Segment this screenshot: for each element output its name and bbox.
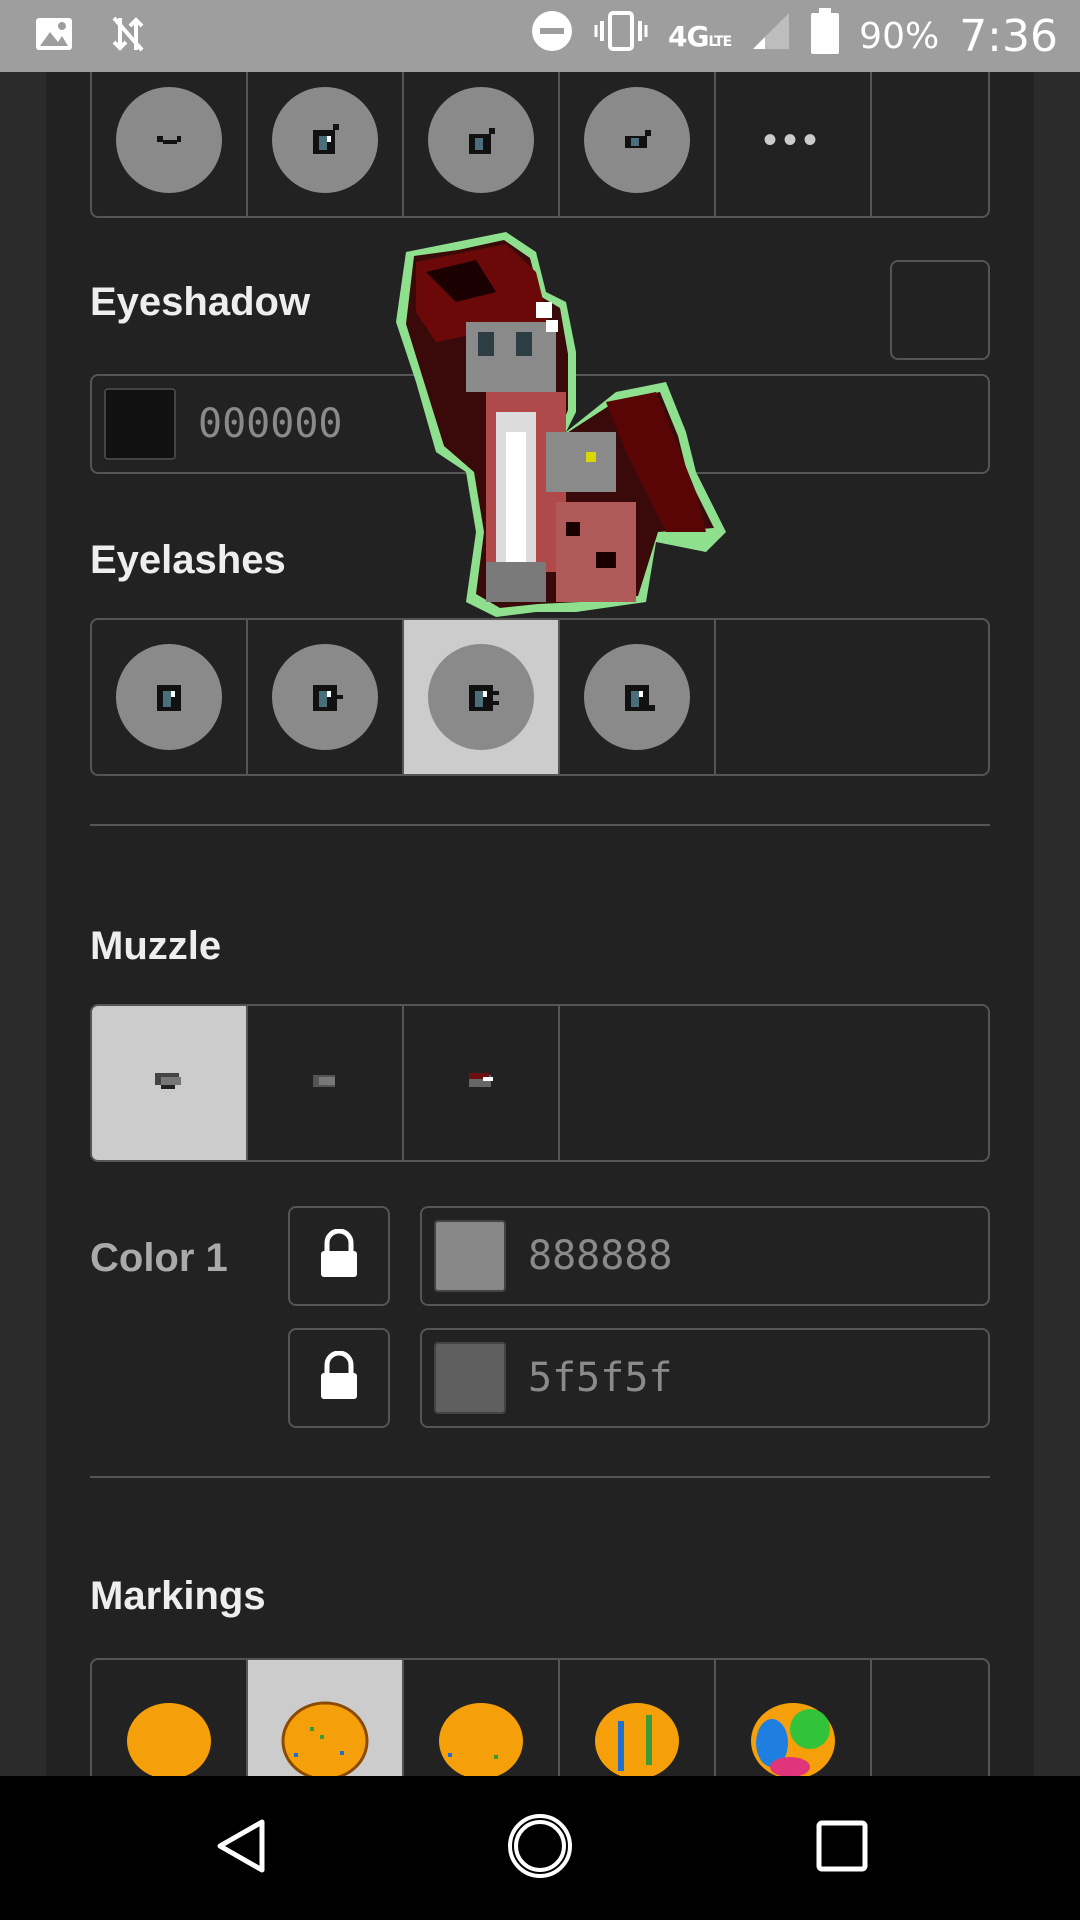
eyelash-icon — [272, 644, 378, 750]
eye-option-3[interactable] — [404, 72, 560, 216]
eyelash-icon — [116, 644, 222, 750]
grid-empty-space — [872, 72, 988, 216]
pony-preview-sprite[interactable] — [396, 232, 816, 702]
dnd-icon — [530, 9, 574, 63]
home-button[interactable] — [504, 1812, 576, 1884]
muzzle-color2-swatch[interactable] — [434, 1342, 506, 1414]
muzzle-color1-value: 888888 — [528, 1233, 673, 1279]
muzzle-option-3[interactable] — [404, 1006, 560, 1160]
more-icon: ••• — [762, 117, 823, 162]
status-bar: 4GLTE 90% 7:36 — [0, 0, 1080, 72]
lock-icon — [317, 1228, 361, 1284]
muzzle-color2-field[interactable]: 5f5f5f — [420, 1328, 990, 1428]
marking-blob-icon — [280, 1697, 370, 1776]
muzzle-icon — [465, 1069, 497, 1098]
markings-title: Markings — [90, 1574, 266, 1618]
muzzle-color-label: Color 1 — [90, 1236, 228, 1280]
color2-lock-button[interactable] — [288, 1328, 390, 1428]
editor-panel: ••• Eyeshadow 000000 Eyelashes Muzzle Co… — [46, 72, 1034, 1776]
lock-icon — [317, 1350, 361, 1406]
eyeshadow-color-value: 000000 — [198, 401, 343, 447]
marking-blob-icon — [436, 1697, 526, 1776]
eyeshadow-toggle-checkbox[interactable] — [890, 260, 990, 360]
eyes-grid: ••• — [90, 72, 990, 218]
eye-option-1[interactable] — [92, 72, 248, 216]
marking-blob-icon — [592, 1697, 682, 1776]
color1-lock-button[interactable] — [288, 1206, 390, 1306]
clock: 7:36 — [959, 10, 1058, 62]
eye-icon — [272, 87, 378, 193]
muzzle-title: Muzzle — [90, 924, 222, 968]
marking-blob-icon — [748, 1697, 838, 1776]
eyeshadow-title: Eyeshadow — [90, 280, 311, 324]
vibrate-icon — [594, 9, 648, 63]
muzzle-icon — [153, 1069, 185, 1098]
gallery-icon — [34, 14, 74, 59]
eye-more-button[interactable]: ••• — [716, 72, 872, 216]
muzzle-color2-value: 5f5f5f — [528, 1355, 673, 1401]
eye-option-2[interactable] — [248, 72, 404, 216]
navigation-bar — [0, 1776, 1080, 1920]
muzzle-color1-swatch[interactable] — [434, 1220, 506, 1292]
signal-icon — [751, 11, 791, 61]
back-button[interactable] — [206, 1812, 278, 1884]
markings-grid — [90, 1658, 990, 1776]
eye-icon — [428, 87, 534, 193]
eyelash-option-2[interactable] — [248, 620, 404, 774]
marking-option-2[interactable] — [248, 1660, 404, 1776]
sync-off-icon — [110, 14, 146, 59]
eye-closed-icon — [116, 87, 222, 193]
grid-empty-space — [872, 1660, 988, 1776]
section-divider — [90, 824, 990, 826]
grid-empty-space — [560, 1006, 988, 1160]
battery-percent: 90% — [859, 15, 940, 57]
muzzle-color1-field[interactable]: 888888 — [420, 1206, 990, 1306]
marking-option-3[interactable] — [404, 1660, 560, 1776]
eyelashes-title: Eyelashes — [90, 538, 286, 582]
recents-button[interactable] — [806, 1812, 878, 1884]
marking-blob-icon — [124, 1697, 214, 1776]
home-circle-icon — [506, 1812, 574, 1885]
marking-option-4[interactable] — [560, 1660, 716, 1776]
eyeshadow-color-swatch[interactable] — [104, 388, 176, 460]
eye-option-4[interactable] — [560, 72, 716, 216]
recents-square-icon — [814, 1818, 870, 1879]
muzzle-option-1[interactable] — [92, 1006, 248, 1160]
marking-option-1[interactable] — [92, 1660, 248, 1776]
muzzle-grid — [90, 1004, 990, 1162]
section-divider — [90, 1476, 990, 1478]
eyelash-option-1[interactable] — [92, 620, 248, 774]
eye-icon — [584, 87, 690, 193]
battery-icon — [811, 8, 840, 64]
back-triangle-icon — [212, 1816, 272, 1881]
marking-option-5[interactable] — [716, 1660, 872, 1776]
network-type-label: 4GLTE — [667, 19, 732, 53]
muzzle-icon — [309, 1069, 341, 1098]
muzzle-option-2[interactable] — [248, 1006, 404, 1160]
